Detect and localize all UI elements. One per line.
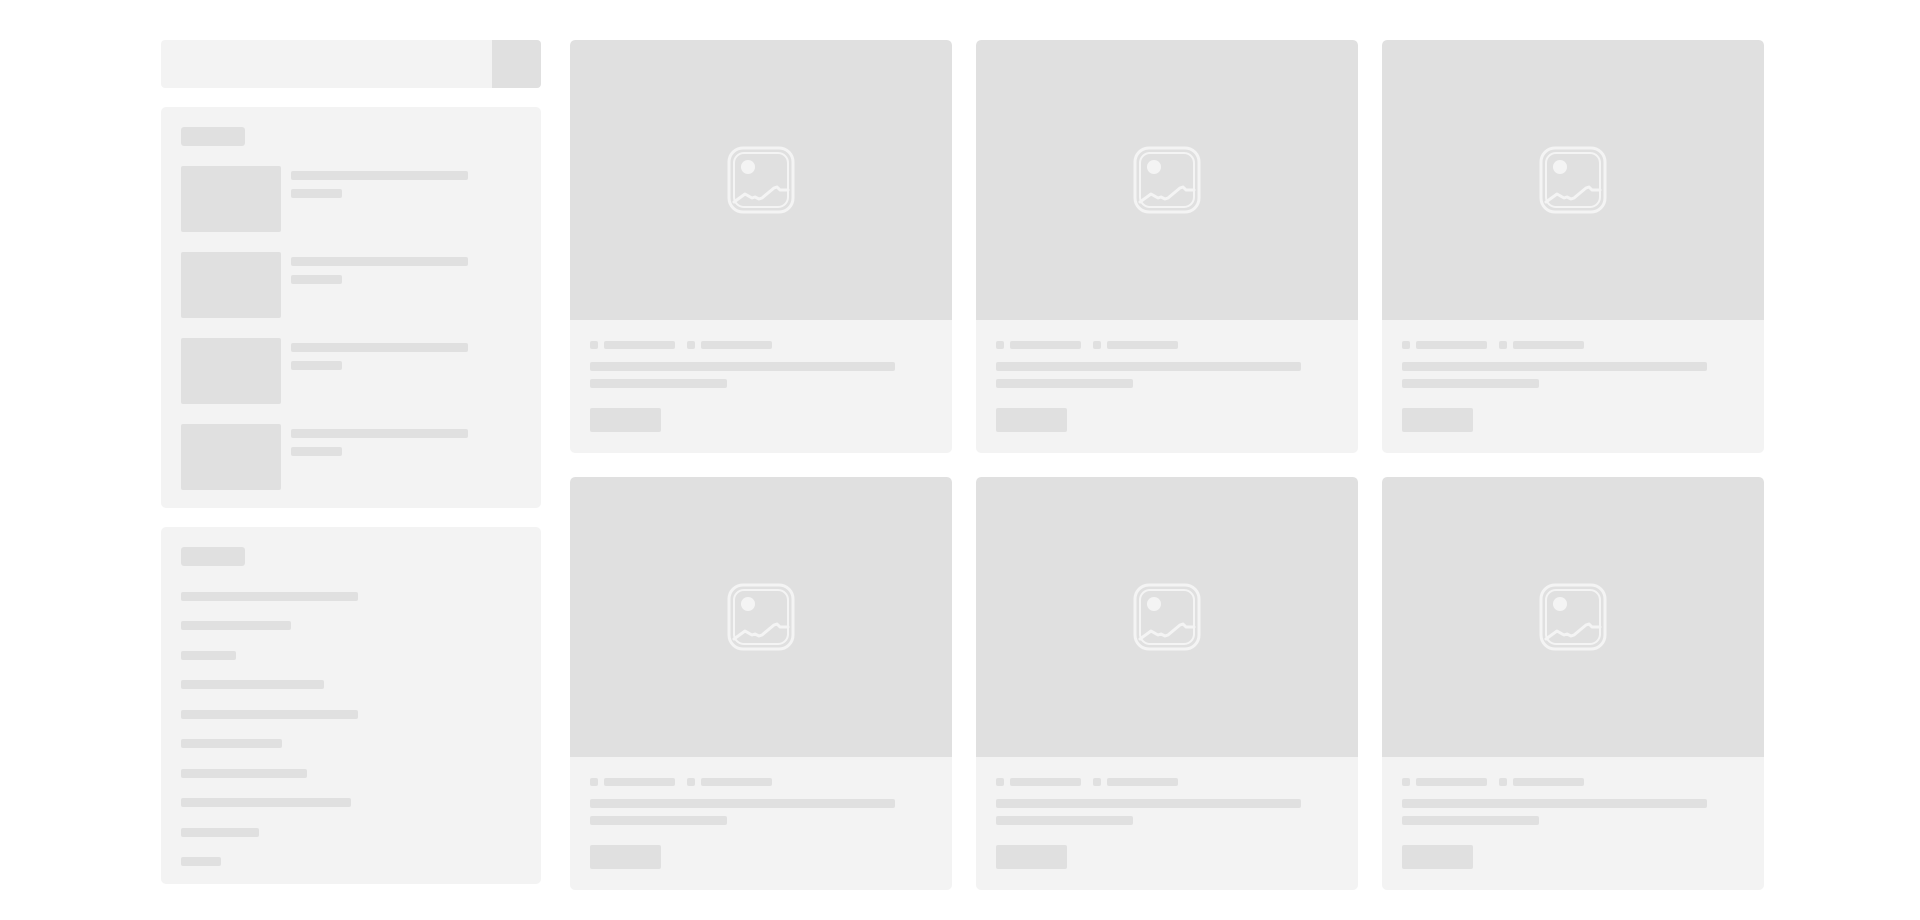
read-more-button[interactable]: [1402, 408, 1473, 432]
category-link-skeleton[interactable]: [181, 680, 324, 689]
post-date-skeleton: [291, 275, 342, 284]
card-title-skeleton: [996, 799, 1301, 808]
meta-icon-skeleton: [590, 778, 598, 786]
post-title-skeleton: [291, 257, 468, 266]
read-more-button[interactable]: [1402, 845, 1473, 869]
meta-text-skeleton: [1107, 341, 1178, 349]
categories-heading-skeleton: [181, 547, 245, 566]
card-title-skeleton: [590, 799, 895, 808]
category-link-skeleton[interactable]: [181, 592, 358, 601]
meta-text-skeleton: [1513, 778, 1584, 786]
meta-icon-skeleton: [1499, 778, 1507, 786]
image-placeholder-icon: [727, 146, 795, 214]
post-thumbnail: [181, 166, 281, 232]
category-link-skeleton[interactable]: [181, 651, 236, 660]
image-placeholder-icon: [1539, 146, 1607, 214]
meta-icon-skeleton: [687, 778, 695, 786]
meta-icon-skeleton: [996, 341, 1004, 349]
meta-icon-skeleton: [590, 341, 598, 349]
meta-text-skeleton: [604, 341, 675, 349]
category-link-skeleton[interactable]: [181, 621, 291, 630]
post-thumbnail: [181, 338, 281, 404]
category-link-skeleton[interactable]: [181, 710, 358, 719]
search-input[interactable]: [161, 40, 492, 88]
meta-icon-skeleton: [1402, 778, 1410, 786]
read-more-button[interactable]: [996, 408, 1067, 432]
read-more-button[interactable]: [590, 845, 661, 869]
meta-icon-skeleton: [1499, 341, 1507, 349]
card-title-skeleton: [1402, 362, 1707, 371]
card-image-placeholder[interactable]: [1382, 477, 1764, 757]
post-title-skeleton: [291, 343, 468, 352]
card-image-placeholder[interactable]: [1382, 40, 1764, 320]
card-excerpt-skeleton: [996, 816, 1133, 825]
post-date-skeleton: [291, 447, 342, 456]
read-more-button[interactable]: [590, 408, 661, 432]
recent-post-item[interactable]: [181, 424, 481, 490]
meta-icon-skeleton: [1093, 778, 1101, 786]
post-card: [1382, 477, 1764, 890]
category-link-skeleton[interactable]: [181, 828, 259, 837]
search-bar: [161, 40, 541, 88]
card-title-skeleton: [996, 362, 1301, 371]
meta-icon-skeleton: [996, 778, 1004, 786]
post-title-skeleton: [291, 171, 468, 180]
meta-icon-skeleton: [1093, 341, 1101, 349]
category-link-skeleton[interactable]: [181, 798, 351, 807]
categories-widget: [161, 527, 541, 884]
image-placeholder-icon: [1133, 146, 1201, 214]
image-placeholder-icon: [1133, 583, 1201, 651]
card-excerpt-skeleton: [996, 379, 1133, 388]
search-button[interactable]: [492, 40, 541, 88]
meta-icon-skeleton: [687, 341, 695, 349]
meta-text-skeleton: [1416, 341, 1487, 349]
card-image-placeholder[interactable]: [976, 477, 1358, 757]
card-excerpt-skeleton: [590, 816, 727, 825]
meta-text-skeleton: [1010, 778, 1081, 786]
recent-post-item[interactable]: [181, 252, 481, 318]
card-excerpt-skeleton: [590, 379, 727, 388]
post-thumbnail: [181, 252, 281, 318]
meta-text-skeleton: [604, 778, 675, 786]
image-placeholder-icon: [1539, 583, 1607, 651]
card-title-skeleton: [1402, 799, 1707, 808]
card-image-placeholder[interactable]: [570, 477, 952, 757]
post-title-skeleton: [291, 429, 468, 438]
category-link-skeleton[interactable]: [181, 857, 221, 866]
card-excerpt-skeleton: [1402, 816, 1539, 825]
category-link-skeleton[interactable]: [181, 739, 282, 748]
read-more-button[interactable]: [996, 845, 1067, 869]
card-image-placeholder[interactable]: [570, 40, 952, 320]
meta-icon-skeleton: [1402, 341, 1410, 349]
meta-text-skeleton: [1416, 778, 1487, 786]
image-placeholder-icon: [727, 583, 795, 651]
meta-text-skeleton: [1010, 341, 1081, 349]
category-link-skeleton[interactable]: [181, 769, 307, 778]
card-image-placeholder[interactable]: [976, 40, 1358, 320]
recent-post-item[interactable]: [181, 166, 481, 232]
recent-posts-widget: [161, 107, 541, 508]
post-card: [976, 40, 1358, 453]
recent-posts-heading-skeleton: [181, 127, 245, 146]
post-card: [1382, 40, 1764, 453]
post-card: [570, 40, 952, 453]
meta-text-skeleton: [701, 778, 772, 786]
meta-text-skeleton: [701, 341, 772, 349]
recent-post-item[interactable]: [181, 338, 481, 404]
post-card: [976, 477, 1358, 890]
post-thumbnail: [181, 424, 281, 490]
post-date-skeleton: [291, 189, 342, 198]
meta-text-skeleton: [1107, 778, 1178, 786]
post-date-skeleton: [291, 361, 342, 370]
card-title-skeleton: [590, 362, 895, 371]
meta-text-skeleton: [1513, 341, 1584, 349]
card-excerpt-skeleton: [1402, 379, 1539, 388]
post-card: [570, 477, 952, 890]
